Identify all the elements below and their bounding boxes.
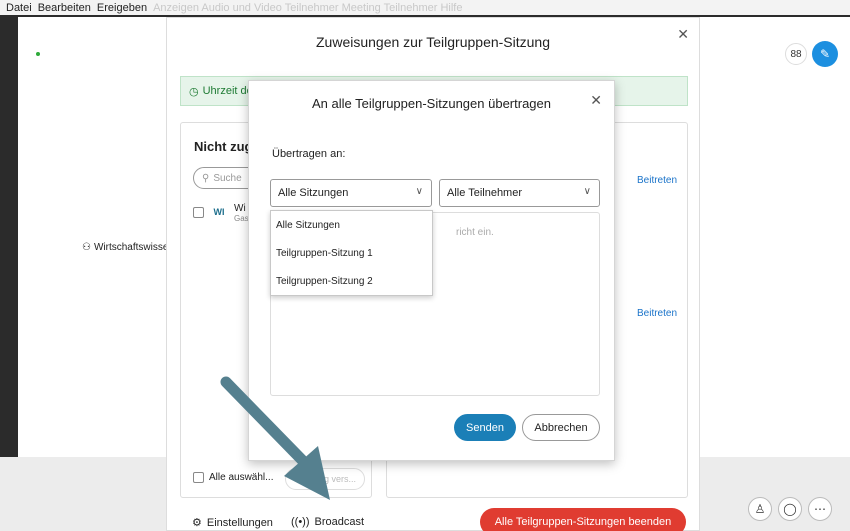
sessions-dropdown-list: Alle Sitzungen Teilgruppen-Sitzung 1 Tei… [270, 210, 433, 296]
list-item[interactable]: WI Wi Gas [193, 203, 249, 223]
join-link-session-2[interactable]: Beitreten [637, 308, 677, 319]
menu-bar: Datei Bearbeiten Ereigeben Anzeigen Audi… [0, 0, 850, 15]
user-role: Gas [234, 214, 249, 223]
menu-freigeben[interactable]: Ereigeben [97, 2, 147, 14]
settings-label: Einstellungen [206, 516, 273, 529]
settings-button[interactable]: ⚙ Einstellungen [192, 516, 273, 530]
broadcast-button[interactable]: ((•)) Broadcast [291, 516, 364, 528]
chevron-down-icon: ∨ [415, 186, 423, 197]
broadcast-icon: ((•)) [291, 516, 310, 528]
status-dot [36, 52, 40, 56]
info-text: Uhrzeit de [202, 85, 253, 97]
video-area-left [18, 17, 166, 457]
gear-icon: ⚙ [192, 517, 202, 529]
sessions-select-value: Alle Sitzungen [278, 187, 349, 199]
layout-button[interactable]: 88 [785, 43, 807, 65]
user-checkbox[interactable] [193, 207, 204, 218]
dropdown-option[interactable]: Teilgruppen-Sitzung 2 [271, 267, 432, 295]
close-icon[interactable]: ✕ [677, 26, 689, 43]
participants-select-value: Alle Teilnehmer [447, 187, 523, 199]
search-placeholder: Suche [213, 172, 242, 184]
dialog-title: Zuweisungen zur Teilgruppen-Sitzung [316, 34, 550, 50]
end-all-sessions-button[interactable]: Alle Teilgruppen-Sitzungen beenden [480, 508, 686, 531]
participant-label: ⚇ Wirtschaftswisse [82, 242, 168, 253]
link-icon: ✎ [819, 47, 831, 61]
avatar: WI [213, 207, 225, 217]
more-icon[interactable]: ⋯ [808, 497, 832, 521]
message-placeholder: richt ein. [456, 227, 494, 238]
broadcast-dialog-title: An alle Teilgruppen-Sitzungen übertragen [312, 96, 551, 111]
chevron-down-icon: ∨ [583, 186, 591, 197]
menu-bearbeiten[interactable]: Bearbeiten [38, 2, 91, 14]
participants-select[interactable]: Alle Teilnehmer ∨ [439, 179, 600, 207]
dropdown-option[interactable]: Alle Sitzungen [271, 211, 432, 239]
menu-obscured-items: Anzeigen Audio und Video Teilnehmer Meet… [153, 1, 463, 14]
join-link-session-1[interactable]: Beitreten [637, 175, 677, 186]
unassigned-title: Nicht zug [194, 139, 253, 154]
share-button[interactable]: ✎ [812, 41, 838, 67]
menu-datei[interactable]: Datei [6, 2, 32, 14]
participants-icon[interactable]: ♙ [748, 497, 772, 521]
clock-icon: ◷ [189, 85, 199, 98]
sessions-select[interactable]: Alle Sitzungen ∨ [270, 179, 432, 207]
cancel-button[interactable]: Abbrechen [522, 414, 600, 441]
search-icon: ⚲ [202, 172, 210, 184]
broadcast-dialog: An alle Teilgruppen-Sitzungen übertragen… [248, 80, 615, 461]
broadcast-label: Broadcast [314, 516, 365, 528]
user-name: Wi [234, 203, 246, 214]
move-button[interactable]: g vers... [285, 468, 365, 490]
close-icon[interactable]: ✕ [590, 92, 602, 109]
people-icon: ⚇ [82, 242, 91, 253]
select-all-label: Alle auswähl... [209, 472, 274, 483]
participant-name: Wirtschaftswisse [93, 242, 169, 253]
video-area-right [700, 17, 850, 457]
dropdown-option[interactable]: Teilgruppen-Sitzung 1 [271, 239, 432, 267]
broadcast-to-label: Übertragen an: [272, 148, 346, 160]
select-all[interactable]: Alle auswähl... [193, 472, 273, 483]
bottom-right-controls: ♙ ◯ ⋯ [748, 497, 832, 521]
send-button[interactable]: Senden [454, 414, 516, 441]
select-all-checkbox[interactable] [193, 472, 204, 483]
chat-icon[interactable]: ◯ [778, 497, 802, 521]
